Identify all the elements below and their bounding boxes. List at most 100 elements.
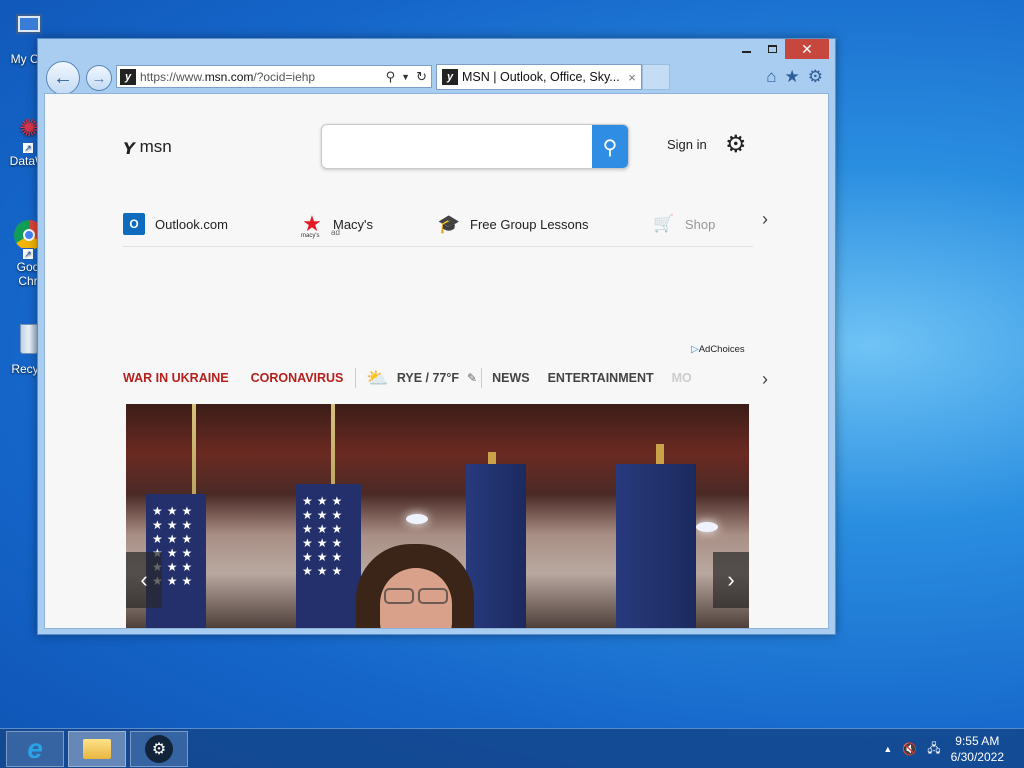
address-tools: ⚲ ▼ ↻ [386,69,431,85]
edit-pencil-icon[interactable]: ✎ [467,371,477,385]
quicklink-label: Shop [685,216,716,232]
refresh-icon[interactable]: ↻ [416,69,427,85]
news-category-nav: WAR IN UKRAINE CORONAVIRUS ⛅ RYE / 77°F … [123,366,753,390]
network-icon[interactable]: 🖧 [927,739,940,760]
weather-text: RYE / 77°F [396,371,460,385]
news-nav-next-chevron-icon[interactable]: › [762,369,768,390]
nav-divider [481,368,483,388]
shortcut-arrow-icon: ↗ [22,142,34,154]
search-icon: ⚲ [602,137,618,159]
search-input[interactable]: ⚲ [321,124,629,169]
close-icon: ✕ [801,40,813,57]
ceiling-light [406,514,428,524]
quicklink-macys[interactable]: ★ macy's Macy's ad [301,211,373,239]
system-tray: ▲ 🔇 🖧 9:55 AM 6/30/2022 [883,729,1024,768]
back-arrow-icon: ← [53,66,73,89]
gear-icon[interactable]: ⚙ [808,67,823,87]
adchoices-icon: ▷ [691,344,699,355]
msn-logo[interactable]: ʏ msn [120,134,172,160]
new-tab-button[interactable] [642,64,670,90]
quicklinks-next-chevron-icon[interactable]: › [762,209,768,230]
browser-tools: ⌂ ★ ⚙ [766,67,823,87]
home-icon[interactable]: ⌂ [766,67,776,87]
quicklink-label: Outlook.com [155,216,228,232]
us-flag: ★★★ ★★★ ★★★ ★★★ ★★★ ★★★ [296,484,361,628]
steam-icon: ⚙ [145,735,173,763]
clock[interactable]: 9:55 AM 6/30/2022 [951,733,1004,765]
favorites-star-icon[interactable]: ★ [785,67,800,87]
maximize-button[interactable] [759,39,785,59]
adchoices-link[interactable]: ▷AdChoices [691,344,745,355]
hero-carousel[interactable]: ★★★ ★★★ ★★★ ★★★ ★★★ ★★★ ★★★ ★★★ ★★★ ★★★ … [126,404,749,628]
quicklink-label: Free Group Lessons [470,216,589,232]
taskbar-file-explorer[interactable] [68,731,126,767]
macys-brand-text: macy's [301,233,320,239]
quicklink-shop[interactable]: 🛒 Shop [653,213,715,235]
graduation-cap-icon: 🎓 [437,213,461,234]
search-button[interactable]: ⚲ [592,125,628,168]
outlook-icon: O [123,213,145,235]
flag-stars: ★★★ ★★★ ★★★ ★★★ ★★★ ★★★ [302,494,347,578]
address-bar[interactable]: y https://www. msn.com/?ocid=iehp ⚲ ▼ ↻ [116,65,432,88]
taskbar: e ⚙ ▲ 🔇 🖧 9:55 AM 6/30/2022 [0,728,1024,768]
forward-button[interactable]: → [86,65,112,91]
nav-more[interactable]: MO [672,371,692,385]
dropdown-icon[interactable]: ▼ [401,72,410,85]
adchoices-label: AdChoices [698,344,745,355]
state-flag [616,464,696,628]
clock-time: 9:55 AM [955,734,1000,748]
page-viewport: ʏ msn ⚲ Sign in ⚙ O Outlook.com ★ macy's … [44,93,829,629]
navigation-bar: ← → y https://www. msn.com/?ocid=iehp ⚲ ▼… [46,61,827,95]
macys-star-icon: ★ macy's [301,211,322,239]
url-suffix: /?ocid=iehp [253,69,316,84]
show-hidden-icons-chevron-icon[interactable]: ▲ [883,744,892,754]
msn-logo-text: msn [139,137,172,156]
carousel-next-button[interactable]: › [713,552,749,608]
ad-tag: ad [331,228,340,237]
nav-coronavirus[interactable]: CORONAVIRUS [251,371,344,385]
tab-msn[interactable]: y MSN | Outlook, Office, Sky... × [436,64,642,90]
speaker-person [356,544,474,628]
search-icon[interactable]: ⚲ [386,69,396,85]
tab-title: MSN | Outlook, Office, Sky... [462,70,620,84]
forward-arrow-icon: → [91,69,107,87]
carousel-prev-button[interactable]: ‹ [126,552,162,608]
quicklink-outlook[interactable]: O Outlook.com [123,213,228,235]
weather-widget[interactable]: ⛅ RYE / 77°F ✎ [366,368,477,389]
close-tab-icon[interactable]: × [623,70,641,85]
nav-divider [355,368,357,388]
glasses [376,588,456,604]
msn-favicon-icon: y [442,69,458,85]
close-window-button[interactable]: ✕ [785,39,829,59]
volume-muted-icon[interactable]: 🔇 [902,742,917,756]
clock-date: 6/30/2022 [950,750,1004,764]
shortcut-arrow-icon: ↗ [22,248,34,260]
chevron-left-icon: ‹ [140,567,148,592]
quicklinks-bar: O Outlook.com ★ macy's Macy's ad 🎓 Free G… [123,207,753,247]
back-button[interactable]: ← [46,61,80,95]
msn-butterfly-icon: ʏ [120,134,138,159]
nav-war-in-ukraine[interactable]: WAR IN UKRAINE [123,371,229,385]
partly-sunny-icon: ⛅ [366,367,389,388]
internet-explorer-icon: e [27,733,43,764]
minimize-button[interactable] [733,39,759,59]
chevron-right-icon: › [727,567,735,592]
shopping-cart-icon: 🛒 [653,214,675,233]
sign-in-link[interactable]: Sign in [667,137,707,152]
settings-gear-icon[interactable]: ⚙ [725,130,747,159]
url-prefix: https://www. [140,69,205,84]
nav-entertainment[interactable]: ENTERTAINMENT [548,371,654,385]
taskbar-steam[interactable]: ⚙ [130,731,188,767]
taskbar-internet-explorer[interactable]: e [6,731,64,767]
browser-window: ✕ ← → y https://www. msn.com/?ocid=iehp ⚲… [37,38,836,635]
msn-favicon-icon: y [120,68,136,85]
quicklink-free-group-lessons[interactable]: 🎓 Free Group Lessons [438,213,589,235]
ceiling-light [696,522,718,532]
folder-icon [83,739,111,759]
nav-news[interactable]: NEWS [492,371,530,385]
window-controls: ✕ [733,39,829,59]
minimize-icon [741,51,751,53]
url-domain: msn.com [204,69,254,84]
maximize-icon [767,45,777,53]
state-flag [466,464,526,628]
